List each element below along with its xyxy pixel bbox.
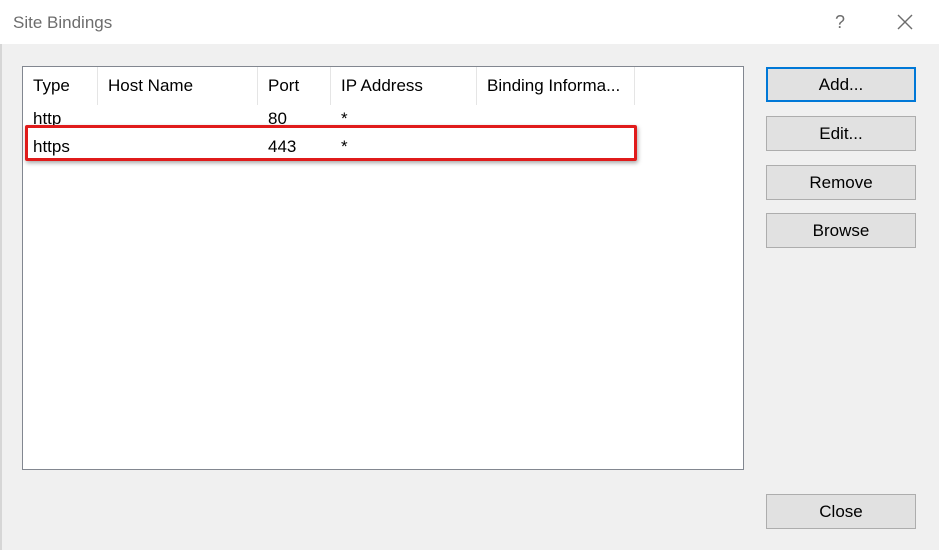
column-header-binding-information[interactable]: Binding Informa... xyxy=(477,67,635,105)
column-header-ip-address[interactable]: IP Address xyxy=(331,67,477,105)
edit-button[interactable]: Edit... xyxy=(766,116,916,151)
list-header: Type Host Name Port IP Address Binding I… xyxy=(23,67,743,105)
dialog-left-edge xyxy=(0,44,2,550)
dialog-title: Site Bindings xyxy=(13,13,113,32)
add-button[interactable]: Add... xyxy=(766,67,916,102)
help-button[interactable]: ? xyxy=(830,12,850,33)
column-header-host-name[interactable]: Host Name xyxy=(98,67,258,105)
highlight-box xyxy=(25,125,637,161)
column-header-port[interactable]: Port xyxy=(258,67,331,105)
column-header-type[interactable]: Type xyxy=(23,67,98,105)
close-button[interactable]: Close xyxy=(766,494,916,529)
close-icon[interactable] xyxy=(892,9,918,35)
remove-button[interactable]: Remove xyxy=(766,165,916,200)
browse-button[interactable]: Browse xyxy=(766,213,916,248)
title-bar: Site Bindings ? xyxy=(0,0,939,44)
